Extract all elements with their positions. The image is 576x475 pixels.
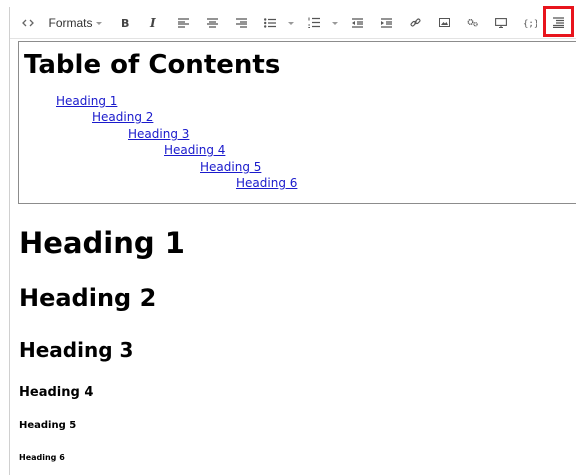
heading-1: Heading 1 — [19, 226, 185, 260]
link-icon — [410, 18, 420, 27]
indent-button[interactable] — [376, 7, 396, 38]
chevron-down-icon — [95, 21, 102, 25]
source-code-icon — [22, 19, 34, 26]
source-code-button[interactable] — [18, 7, 38, 38]
italic-icon: I — [149, 17, 156, 28]
numbered-list-options[interactable] — [328, 7, 338, 38]
heading-4: Heading 4 — [19, 385, 94, 400]
heading-6: Heading 6 — [19, 453, 65, 462]
highlight-box — [543, 6, 574, 37]
toc-link-heading-2[interactable]: Heading 2 — [92, 110, 153, 124]
bold-button[interactable]: B — [115, 7, 135, 38]
gear-icon — [467, 19, 478, 27]
outdent-button[interactable] — [347, 7, 367, 38]
align-left-icon — [177, 17, 189, 28]
chevron-down-icon — [331, 21, 338, 25]
toc-link-heading-1[interactable]: Heading 1 — [56, 94, 117, 108]
numbered-list-button[interactable] — [304, 7, 324, 38]
code-braces-icon: {;} — [523, 19, 537, 28]
bold-icon: B — [121, 17, 129, 28]
formats-dropdown[interactable]: Formats — [44, 7, 106, 38]
numbered-list-icon — [308, 17, 320, 28]
italic-button[interactable]: I — [144, 7, 164, 38]
image-icon — [438, 18, 450, 27]
indent-icon — [380, 17, 392, 28]
heading-2: Heading 2 — [19, 284, 157, 312]
align-left-button[interactable] — [173, 7, 193, 38]
bullet-list-options[interactable] — [284, 7, 294, 38]
formats-label: Formats — [48, 15, 93, 30]
link-button[interactable] — [405, 7, 425, 38]
preview-button[interactable] — [491, 7, 511, 38]
heading-5: Heading 5 — [19, 420, 77, 431]
media-button[interactable] — [462, 7, 482, 38]
monitor-icon — [495, 17, 507, 28]
svg-text:I: I — [149, 17, 156, 28]
align-right-icon — [235, 17, 247, 28]
toc-link-heading-6[interactable]: Heading 6 — [236, 176, 297, 190]
svg-text:B: B — [121, 17, 129, 28]
toc-link-heading-3[interactable]: Heading 3 — [128, 127, 189, 141]
svg-text:{;}: {;} — [523, 19, 537, 28]
editor-toolbar: Formats B I {; — [10, 6, 576, 39]
align-right-button[interactable] — [231, 7, 251, 38]
bullet-list-icon — [264, 17, 276, 28]
toc-link-heading-5[interactable]: Heading 5 — [200, 160, 261, 174]
heading-3: Heading 3 — [19, 338, 134, 362]
code-sample-button[interactable]: {;} — [519, 7, 541, 38]
image-button[interactable] — [434, 7, 454, 38]
toc-title: Table of Contents — [24, 50, 281, 80]
table-of-contents: Table of Contents Heading 1 Heading 2 He… — [18, 41, 576, 204]
align-center-button[interactable] — [202, 7, 222, 38]
toc-link-heading-4[interactable]: Heading 4 — [164, 143, 225, 157]
bullet-list-button[interactable] — [260, 7, 280, 38]
align-center-icon — [206, 17, 218, 28]
chevron-down-icon — [287, 21, 294, 25]
editor: Formats B I {; Table of Contents Heading… — [9, 6, 576, 475]
outdent-icon — [351, 17, 363, 28]
